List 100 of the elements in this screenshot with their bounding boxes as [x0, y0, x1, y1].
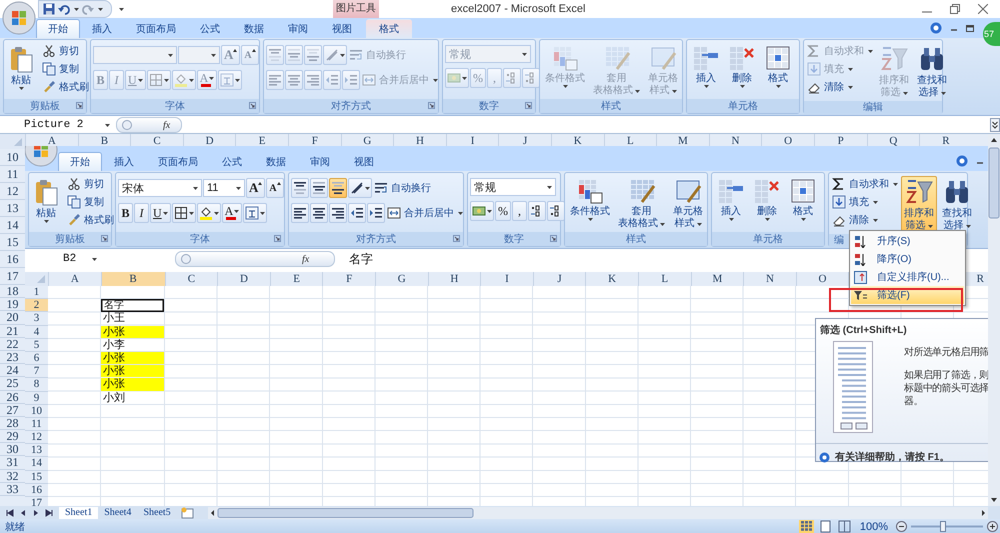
- ribbon-tab[interactable]: 开始: [58, 152, 102, 171]
- row-header[interactable]: 9: [25, 392, 48, 405]
- ribbon-tab[interactable]: 开始: [36, 19, 80, 38]
- ribbon-tab[interactable]: 数据: [232, 19, 276, 38]
- column-header[interactable]: J: [532, 272, 586, 286]
- save-icon[interactable]: [43, 3, 55, 15]
- ribbon-button[interactable]: 清除: [831, 212, 899, 228]
- name-box[interactable]: Picture 2: [0, 118, 112, 132]
- ribbon-tab[interactable]: 公式: [210, 152, 254, 171]
- column-header[interactable]: I: [480, 272, 533, 286]
- insert-function-button[interactable]: fx: [302, 254, 310, 264]
- ribbon-tab[interactable]: 页面布局: [146, 152, 210, 171]
- first-sheet-icon[interactable]: [6, 508, 14, 516]
- ribbon-button[interactable]: 删除: [750, 176, 784, 223]
- row-header[interactable]: 5: [25, 338, 48, 352]
- menu-item[interactable]: 降序(O): [851, 250, 964, 268]
- column-header[interactable]: D: [217, 272, 270, 286]
- ribbon-button[interactable]: 查找和 选择: [914, 43, 950, 101]
- view-button[interactable]: [798, 520, 814, 533]
- row-header[interactable]: 10: [25, 404, 48, 418]
- ribbon-button[interactable]: 套用 表格格式: [615, 176, 668, 232]
- icon-button[interactable]: [291, 203, 309, 223]
- insert-function-button[interactable]: fx: [163, 120, 170, 130]
- zoom-level[interactable]: 100%: [860, 520, 888, 532]
- sheet-tab[interactable]: Sheet1: [59, 506, 98, 518]
- ribbon-button[interactable]: 合并后居中: [386, 205, 464, 221]
- column-header[interactable]: E: [270, 272, 322, 286]
- ribbon-button[interactable]: 清除: [806, 79, 874, 95]
- format-button[interactable]: ,: [512, 201, 527, 221]
- ribbon-button[interactable]: 格式刷: [66, 212, 115, 228]
- ribbon-tab[interactable]: 公式: [188, 19, 232, 38]
- ribbon-tab[interactable]: 视图: [320, 19, 364, 38]
- ribbon-button[interactable]: 剪切: [41, 43, 90, 59]
- view-button[interactable]: [818, 520, 833, 533]
- ribbon-tab[interactable]: 数据: [254, 152, 298, 171]
- column-header[interactable]: C: [164, 272, 218, 286]
- ribbon-tab[interactable]: 视图: [342, 152, 386, 171]
- format-button[interactable]: B: [118, 203, 133, 223]
- restore-icon[interactable]: [966, 24, 974, 32]
- launcher-icon[interactable]: [550, 235, 557, 242]
- ribbon-tab[interactable]: 页面布局: [124, 19, 188, 38]
- icon-button[interactable]: [172, 203, 196, 223]
- icon-button[interactable]: [348, 178, 372, 198]
- zoom-out-icon[interactable]: [896, 521, 907, 532]
- formula-input[interactable]: 名字: [349, 252, 373, 266]
- ribbon-button[interactable]: 复制: [66, 194, 115, 210]
- row-header[interactable]: 15: [25, 470, 48, 484]
- ribbon-button[interactable]: 剪切: [66, 176, 115, 192]
- column-header[interactable]: L: [638, 272, 691, 286]
- icon-button[interactable]: [291, 178, 309, 198]
- ribbon-button[interactable]: 格式: [761, 43, 795, 90]
- ribbon-button[interactable]: 填充: [831, 194, 899, 210]
- launcher-icon[interactable]: [525, 102, 532, 109]
- launcher-icon[interactable]: [428, 102, 435, 109]
- icon-button[interactable]: [243, 203, 268, 223]
- column-header[interactable]: G: [374, 272, 428, 286]
- row-header[interactable]: 7: [25, 365, 48, 378]
- icon-button[interactable]: [310, 178, 328, 198]
- icon-button[interactable]: [348, 203, 366, 223]
- column-header[interactable]: O: [796, 272, 848, 286]
- icon-button[interactable]: [310, 203, 328, 223]
- icon-button[interactable]: [528, 201, 546, 221]
- ribbon-tab[interactable]: 审阅: [276, 19, 320, 38]
- row-header[interactable]: 4: [25, 326, 48, 339]
- column-header[interactable]: N: [743, 272, 796, 286]
- format-button[interactable]: A: [246, 178, 266, 198]
- format-button[interactable]: U: [150, 203, 171, 223]
- row-header[interactable]: 3: [25, 312, 48, 326]
- slider-thumb[interactable]: [940, 521, 946, 532]
- close-icon[interactable]: [978, 4, 988, 14]
- ribbon-button[interactable]: 粘贴: [31, 176, 61, 225]
- menu-item[interactable]: 自定义排序(U)...: [851, 268, 964, 286]
- icon-button[interactable]: [329, 203, 347, 223]
- row-header[interactable]: 13: [25, 444, 48, 458]
- row-header[interactable]: 8: [25, 378, 48, 392]
- format-button[interactable]: %: [495, 201, 511, 221]
- ribbon-button[interactable]: 粘贴: [6, 43, 36, 92]
- vertical-scrollbar[interactable]: [988, 134, 1000, 506]
- row-header[interactable]: 14: [25, 457, 48, 471]
- ribbon-button[interactable]: 格式刷: [41, 79, 90, 95]
- help-icon[interactable]: [956, 155, 968, 167]
- icon-button[interactable]: [367, 203, 385, 223]
- launcher-icon[interactable]: [76, 102, 83, 109]
- ribbon-tab[interactable]: 插入: [102, 152, 146, 171]
- font-name-field[interactable]: 宋体: [118, 179, 202, 197]
- ribbon-button[interactable]: 格式: [786, 176, 820, 223]
- icon-button[interactable]: [196, 203, 221, 223]
- ribbon-button[interactable]: 单元格 样式: [670, 176, 706, 232]
- ribbon-tab[interactable]: 插入: [80, 19, 124, 38]
- previous-sheet-icon[interactable]: [19, 508, 27, 516]
- row-header[interactable]: 6: [25, 352, 48, 366]
- zoom-in-icon[interactable]: [987, 521, 998, 532]
- ribbon-button[interactable]: 删除: [725, 43, 759, 90]
- menu-item[interactable]: 升序(S): [851, 232, 964, 250]
- row-header[interactable]: 2: [25, 299, 48, 312]
- ribbon-button[interactable]: 复制: [41, 61, 90, 77]
- icon-button[interactable]: [329, 178, 347, 198]
- column-header[interactable]: H: [428, 272, 480, 286]
- view-button[interactable]: [836, 520, 852, 533]
- format-button[interactable]: A: [266, 178, 284, 198]
